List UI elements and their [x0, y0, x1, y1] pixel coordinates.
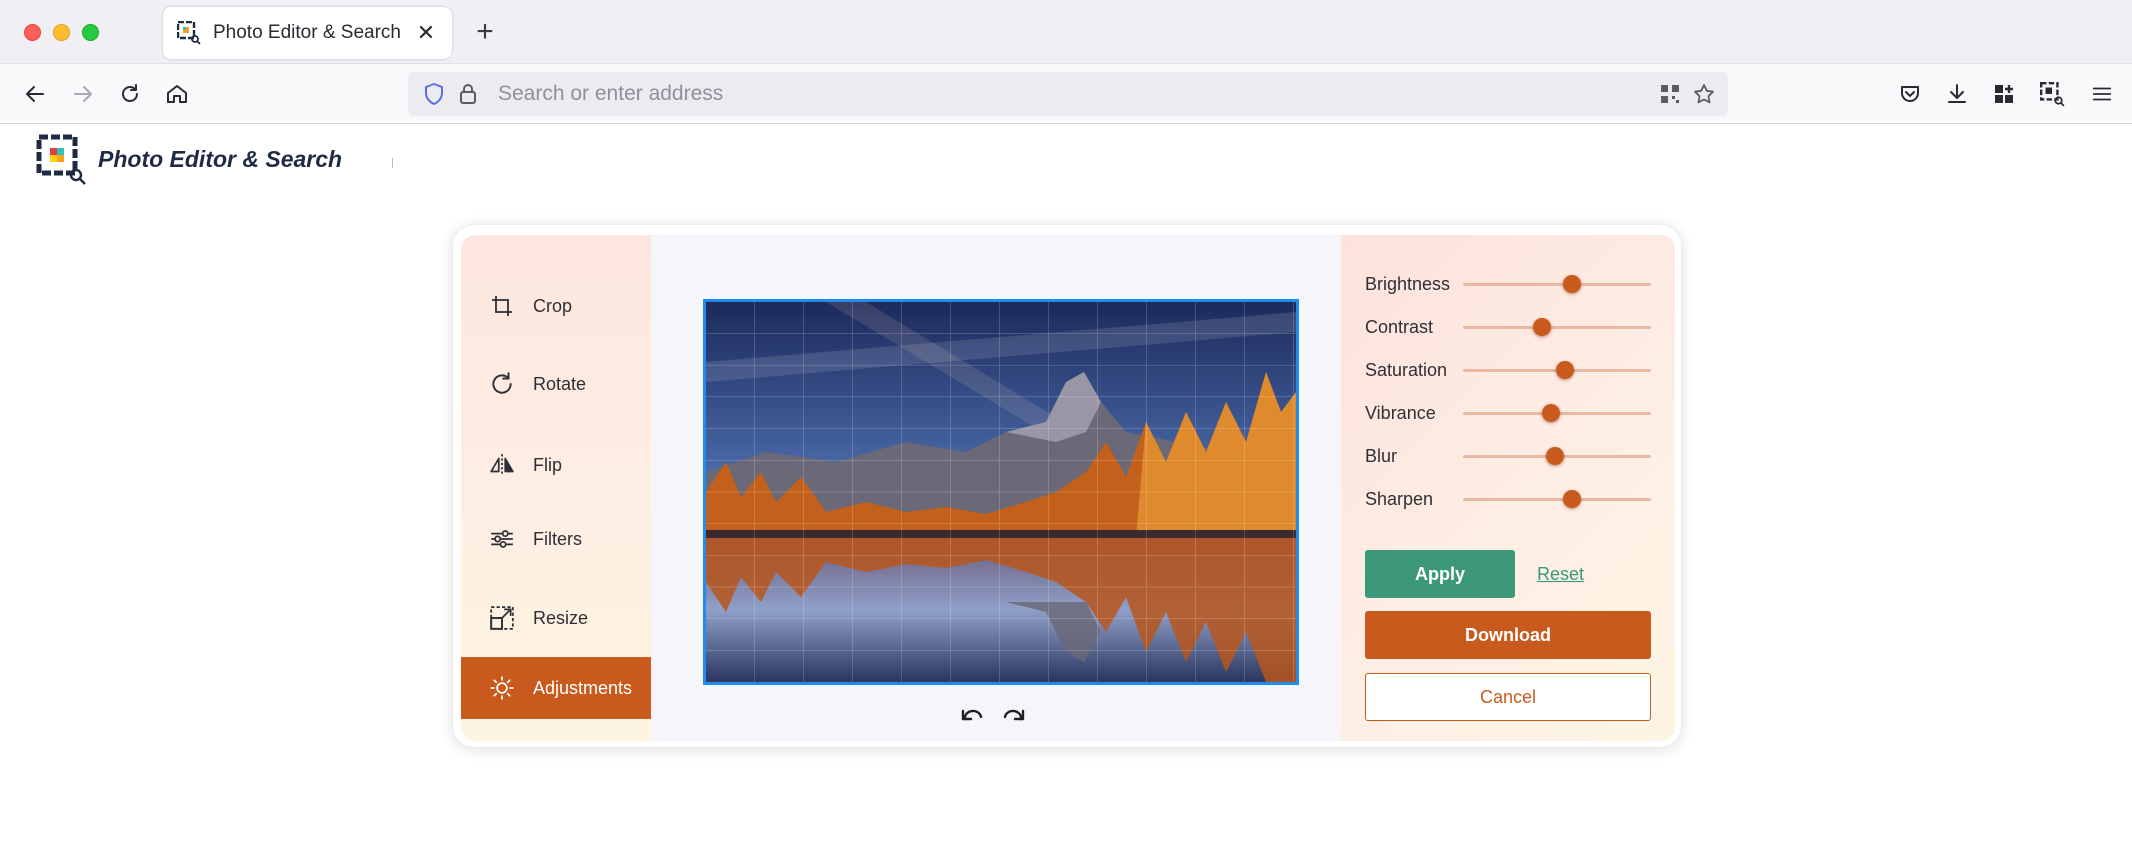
close-tab-icon[interactable]: ✕ [414, 20, 438, 45]
adjustments-panel: Brightness Contrast Saturation Vibrance … [1341, 235, 1675, 741]
saturation-slider[interactable] [1463, 355, 1651, 385]
minimize-window-button[interactable] [53, 24, 70, 41]
history-controls [959, 705, 1027, 725]
menu-icon[interactable] [2086, 78, 2118, 110]
slider-thumb[interactable] [1563, 490, 1582, 508]
maximize-window-button[interactable] [82, 24, 99, 41]
pocket-icon[interactable] [1894, 78, 1926, 110]
tool-flip[interactable]: Flip [461, 434, 651, 496]
slider-thumb[interactable] [1546, 447, 1565, 465]
tool-adjustments[interactable]: Adjustments [461, 657, 651, 719]
adjustment-blur: Blur [1365, 441, 1651, 471]
brightness-slider[interactable] [1463, 269, 1651, 299]
back-icon[interactable] [19, 78, 51, 110]
qr-code-icon[interactable] [1658, 82, 1682, 111]
app-extension-icon[interactable] [2036, 78, 2068, 110]
adjustment-saturation: Saturation [1365, 355, 1651, 385]
crop-selection[interactable] [703, 299, 1299, 685]
tool-crop[interactable]: Crop [461, 275, 651, 337]
tab-title: Photo Editor & Search [213, 22, 401, 43]
address-bar[interactable]: Search or enter address [408, 72, 1728, 116]
vibrance-slider[interactable] [1463, 398, 1651, 428]
resize-icon [489, 605, 515, 631]
tool-label: Flip [533, 454, 563, 475]
tool-label: Rotate [533, 373, 587, 394]
undo-icon[interactable] [959, 705, 987, 725]
blur-slider[interactable] [1463, 441, 1651, 471]
adjustment-brightness: Brightness [1365, 269, 1651, 299]
tool-label: Filters [533, 528, 582, 549]
crop-icon [489, 293, 515, 319]
adjustment-vibrance: Vibrance [1365, 398, 1651, 428]
tool-resize[interactable]: Resize [461, 587, 651, 649]
app-favicon-icon [177, 21, 201, 45]
cancel-button[interactable]: Cancel [1365, 673, 1651, 721]
slider-thumb[interactable] [1532, 318, 1551, 336]
shield-icon[interactable] [422, 82, 446, 111]
sun-icon [489, 675, 515, 701]
tool-sidebar: Crop Rotate Flip Filters Resize Adjustme… [461, 235, 651, 741]
download-button[interactable]: Download [1365, 611, 1651, 659]
slider-thumb[interactable] [1563, 275, 1582, 293]
forward-icon[interactable] [67, 78, 99, 110]
redo-icon[interactable] [999, 705, 1027, 725]
flip-icon [489, 452, 515, 478]
tool-rotate[interactable]: Rotate [461, 353, 651, 415]
new-tab-icon[interactable]: + [470, 15, 500, 48]
lock-icon[interactable] [456, 82, 480, 111]
downloads-icon[interactable] [1941, 78, 1973, 110]
filters-icon [489, 526, 515, 552]
adjustment-label: Sharpen [1365, 488, 1434, 509]
reload-icon[interactable] [114, 78, 146, 110]
landscape-photo [706, 302, 1296, 682]
app-logo-icon [36, 134, 86, 185]
slider-track [1463, 326, 1651, 329]
slider-track [1463, 498, 1651, 501]
adjustment-label: Vibrance [1365, 402, 1436, 423]
reset-link[interactable]: Reset [1537, 550, 1584, 598]
adjustment-sharpen: Sharpen [1365, 484, 1651, 514]
home-icon[interactable] [161, 78, 193, 110]
tool-label: Crop [533, 295, 573, 316]
browser-tab-bar: Photo Editor & Search ✕ + [0, 0, 2132, 64]
rotate-icon [489, 371, 515, 397]
browser-nav-bar: Search or enter address [0, 64, 2132, 124]
tool-label: Adjustments [533, 677, 633, 698]
brand-title: Photo Editor & Search [98, 146, 343, 172]
adjustment-contrast: Contrast [1365, 312, 1651, 342]
tool-filters[interactable]: Filters [461, 508, 651, 570]
close-window-button[interactable] [24, 24, 41, 41]
adjustment-label: Saturation [1365, 359, 1448, 380]
contrast-slider[interactable] [1463, 312, 1651, 342]
browser-tab[interactable]: Photo Editor & Search ✕ [163, 7, 452, 59]
tool-label: Resize [533, 607, 589, 628]
adjustment-label: Blur [1365, 445, 1398, 466]
photo-editor: Crop Rotate Flip Filters Resize Adjustme… [452, 224, 1682, 748]
adjustment-label: Contrast [1365, 316, 1434, 337]
slider-thumb[interactable] [1555, 361, 1574, 379]
image-canvas [651, 235, 1341, 741]
apply-button[interactable]: Apply [1365, 550, 1515, 598]
slider-thumb[interactable] [1542, 404, 1561, 422]
slider-track [1463, 283, 1651, 286]
address-placeholder: Search or enter address [498, 82, 724, 105]
sharpen-slider[interactable] [1463, 484, 1651, 514]
adjustment-label: Brightness [1365, 273, 1451, 294]
bookmark-star-icon[interactable] [1692, 82, 1716, 111]
header-divider [392, 158, 393, 168]
extensions-icon[interactable] [1988, 78, 2020, 110]
